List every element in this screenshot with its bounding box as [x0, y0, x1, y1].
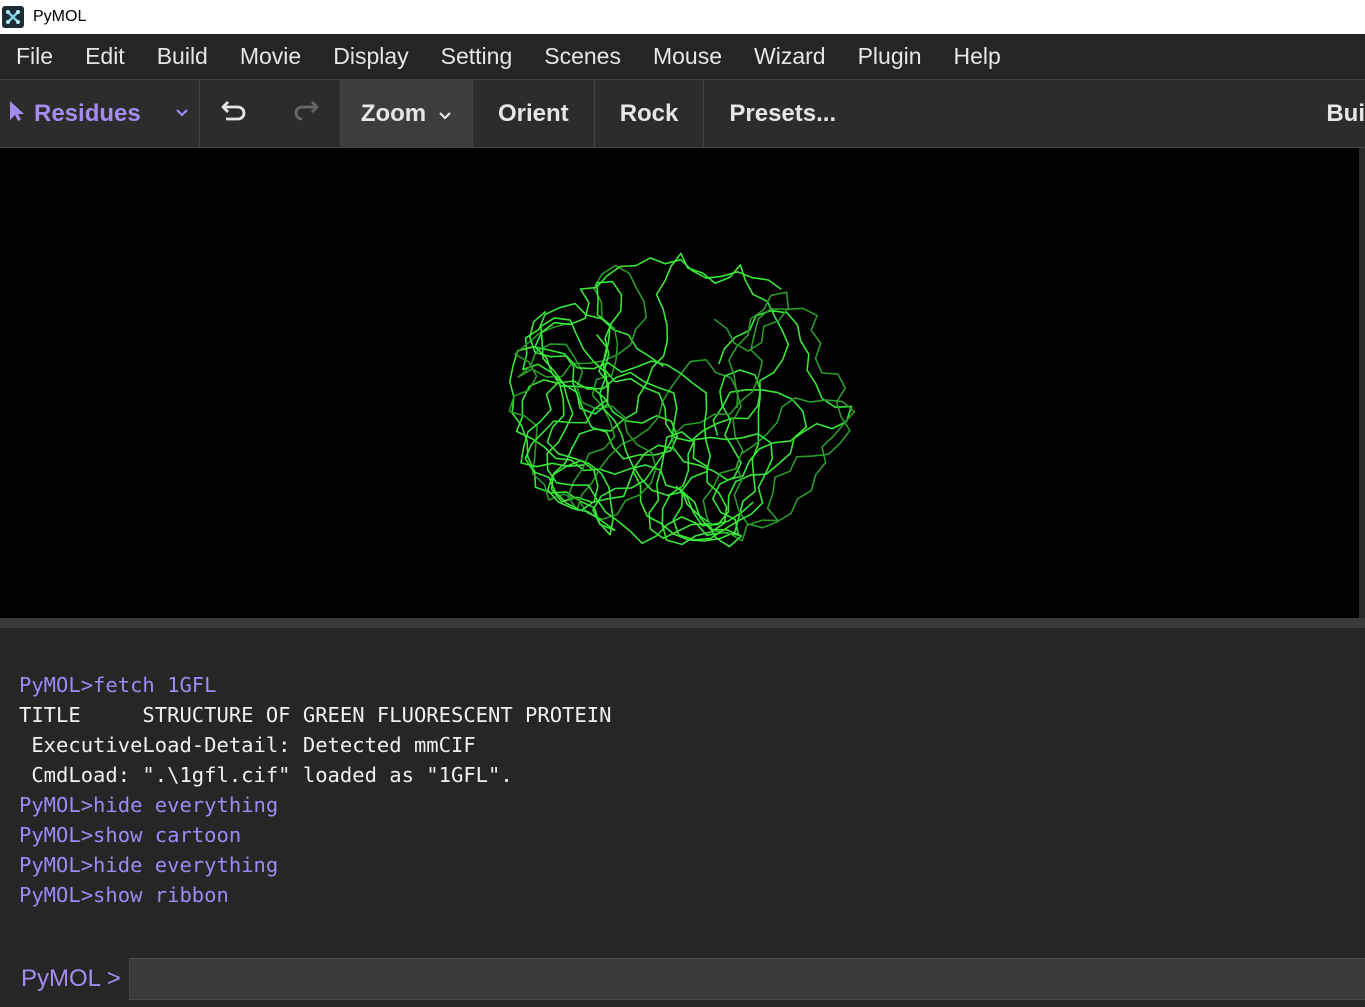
menu-edit[interactable]: Edit — [69, 34, 141, 79]
menu-scenes[interactable]: Scenes — [528, 34, 637, 79]
zoom-button[interactable]: Zoom — [341, 80, 473, 147]
pymol-logo-icon — [2, 6, 24, 28]
undo-icon[interactable] — [220, 98, 250, 129]
console-command-line: PyMOL>show ribbon — [19, 883, 229, 907]
toolbar: Residues Zoom Orient Rock Presets... Bui — [0, 80, 1365, 148]
menu-movie[interactable]: Movie — [224, 34, 317, 79]
undo-redo-group — [200, 80, 341, 147]
menu-wizard[interactable]: Wizard — [738, 34, 842, 79]
command-bar: PyMOL > — [0, 950, 1365, 1007]
viewport-edge — [1359, 148, 1365, 618]
console-command-line: PyMOL>show cartoon — [19, 823, 242, 847]
mouse-pointer-icon — [8, 100, 26, 127]
molecular-viewport[interactable] — [0, 148, 1359, 618]
ribbon-segment — [508, 264, 739, 521]
console-command-line: PyMOL>hide everything — [19, 853, 279, 877]
command-prompt: PyMOL > — [21, 964, 121, 992]
command-input[interactable] — [128, 957, 1365, 1000]
console-output-line: ExecutiveLoad-Detail: Detected mmCIF — [19, 733, 476, 757]
ribbon-segment — [671, 291, 856, 542]
protein-ribbon — [508, 252, 856, 548]
title-bar: PyMOL — [0, 0, 1365, 34]
build-button[interactable]: Bui — [1326, 80, 1365, 147]
zoom-label: Zoom — [360, 99, 427, 127]
menu-mouse[interactable]: Mouse — [637, 34, 738, 79]
console-output-line: CmdLoad: ".\1gfl.cif" loaded as "1GFL". — [19, 763, 513, 787]
menu-setting[interactable]: Setting — [425, 34, 529, 79]
menu-file[interactable]: File — [0, 34, 69, 79]
menu-help[interactable]: Help — [938, 34, 1017, 79]
chevron-down-icon — [175, 105, 189, 123]
presets-button[interactable]: Presets... — [704, 80, 861, 147]
menu-bar: File Edit Build Movie Display Setting Scenes Mo… — [0, 34, 1365, 80]
menu-plugin[interactable]: Plugin — [842, 34, 938, 79]
chevron-down-icon — [438, 100, 452, 128]
console-command-line: PyMOL>hide everything — [19, 793, 279, 817]
selection-mode-dropdown[interactable]: Residues — [0, 80, 200, 147]
selection-mode-label: Residues — [34, 99, 141, 127]
console-output: PyMOL>fetch 1GFL TITLE STRUCTURE OF GREEN… — [0, 628, 1365, 950]
console-output-line: TITLE STRUCTURE OF GREEN FLUORESCENT PRO… — [19, 703, 612, 727]
orient-button[interactable]: Orient — [473, 80, 595, 147]
redo-icon[interactable] — [290, 98, 320, 129]
panel-splitter[interactable] — [0, 618, 1365, 628]
console-command-line: PyMOL>fetch 1GFL — [19, 673, 217, 697]
menu-display[interactable]: Display — [317, 34, 424, 79]
window-title: PyMOL — [33, 8, 87, 25]
menu-build[interactable]: Build — [141, 34, 224, 79]
ribbon-segment — [508, 302, 754, 536]
rock-button[interactable]: Rock — [595, 80, 705, 147]
